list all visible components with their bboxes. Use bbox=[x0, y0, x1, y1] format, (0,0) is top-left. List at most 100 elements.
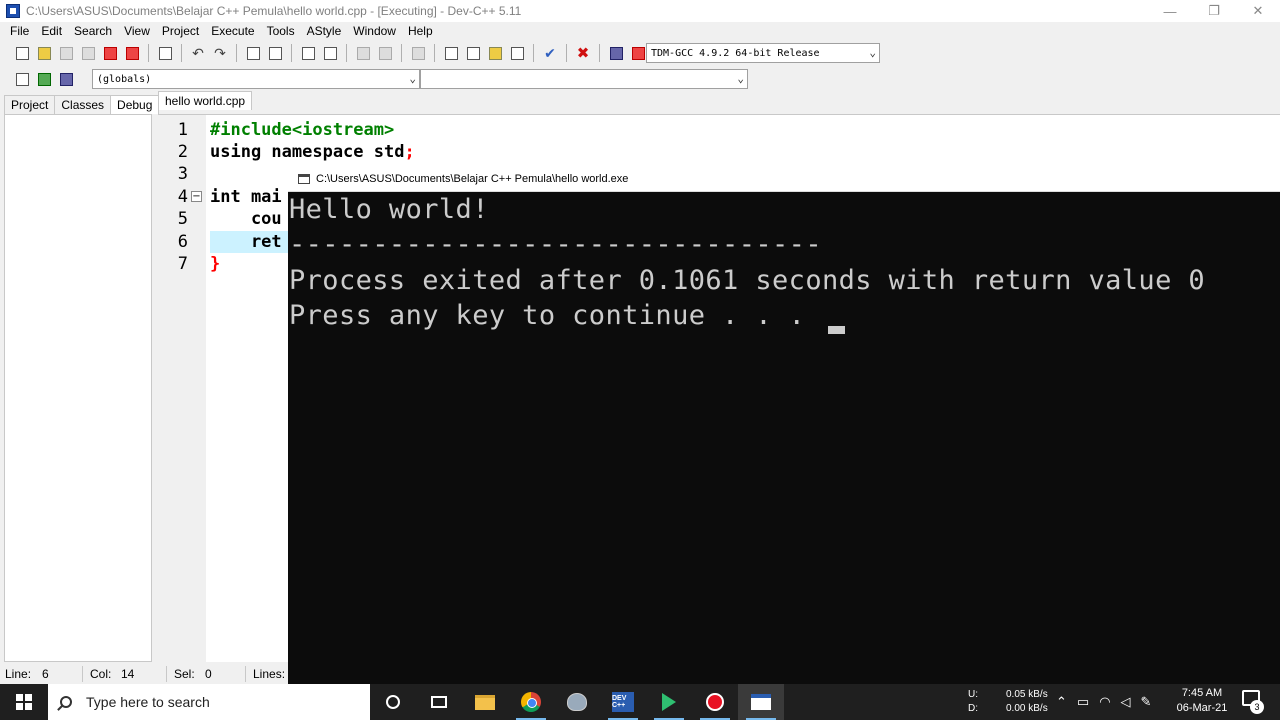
menu-astyle[interactable]: AStyle bbox=[301, 24, 348, 38]
battery-icon[interactable]: ▭ bbox=[1077, 694, 1089, 710]
compile-icon bbox=[488, 46, 502, 60]
screen-recorder-button[interactable] bbox=[692, 684, 738, 720]
cortana-button[interactable] bbox=[370, 684, 416, 720]
restore-button[interactable]: ❐ bbox=[1192, 0, 1236, 22]
desktop: C:\Users\ASUS\Documents\Belajar C++ Pemu… bbox=[0, 0, 1280, 720]
toolbar-separator bbox=[291, 44, 292, 62]
paint-button[interactable] bbox=[554, 684, 600, 720]
tab-classes[interactable]: Classes bbox=[54, 95, 112, 114]
console-taskbar-button[interactable] bbox=[738, 684, 784, 720]
line-number: 6 bbox=[177, 232, 188, 252]
check-syntax-button[interactable]: ✔ bbox=[540, 43, 560, 63]
toggle-bookmark-button[interactable] bbox=[34, 69, 54, 89]
class-toolbar bbox=[12, 68, 76, 90]
close-all-button[interactable] bbox=[122, 43, 142, 63]
indent-button[interactable] bbox=[298, 43, 318, 63]
save-button[interactable] bbox=[56, 43, 76, 63]
menu-view[interactable]: View bbox=[118, 24, 156, 38]
tab-debug[interactable]: Debug bbox=[110, 95, 160, 114]
insert-button[interactable] bbox=[12, 69, 32, 89]
chevron-up-icon[interactable]: ⌃ bbox=[1056, 694, 1067, 710]
volume-icon[interactable]: ◁ bbox=[1121, 694, 1131, 710]
stop-x-icon: ✖ bbox=[576, 45, 590, 62]
forward-arrow-icon bbox=[378, 46, 392, 60]
clock[interactable]: 7:45 AM 06-Mar-21 bbox=[1170, 686, 1234, 716]
redo-button[interactable]: ↷ bbox=[210, 43, 230, 63]
file-explorer-button[interactable] bbox=[462, 684, 508, 720]
status-sel-value: 0 bbox=[205, 667, 212, 681]
green-arrow-icon bbox=[662, 693, 676, 711]
open-file-button[interactable] bbox=[34, 43, 54, 63]
close-file-button[interactable] bbox=[100, 43, 120, 63]
find-button[interactable] bbox=[243, 43, 263, 63]
new-file-button[interactable] bbox=[12, 43, 32, 63]
tab-project[interactable]: Project bbox=[4, 95, 56, 114]
function-select[interactable]: ⌄ bbox=[420, 69, 748, 89]
close-file-icon bbox=[103, 46, 117, 60]
toolbar-separator bbox=[401, 44, 402, 62]
compiler-select-value: TDM-GCC 4.9.2 64-bit Release bbox=[651, 47, 820, 59]
close-button[interactable]: ✕ bbox=[1236, 0, 1280, 22]
devcpp-taskbar-button[interactable]: DEV C++ bbox=[600, 684, 646, 720]
status-lines-label: Lines: bbox=[253, 667, 286, 681]
tab-hello-world-cpp[interactable]: hello world.cpp bbox=[158, 91, 253, 110]
code-text: } bbox=[210, 253, 220, 275]
line-number: 2 bbox=[177, 142, 188, 162]
toolbar-separator bbox=[148, 44, 149, 62]
compiler-select[interactable]: TDM-GCC 4.9.2 64-bit Release ⌄ bbox=[646, 43, 880, 63]
print-button[interactable] bbox=[155, 43, 175, 63]
console-window[interactable]: C:\Users\ASUS\Documents\Belajar C++ Pemu… bbox=[288, 166, 1280, 684]
goto-button[interactable] bbox=[408, 43, 428, 63]
delete-profile-button[interactable] bbox=[628, 43, 648, 63]
chrome-button[interactable] bbox=[508, 684, 554, 720]
menu-help[interactable]: Help bbox=[402, 24, 439, 38]
chart-icon bbox=[609, 46, 623, 60]
back-button[interactable] bbox=[353, 43, 373, 63]
scope-select[interactable]: (globals) ⌄ bbox=[92, 69, 420, 89]
toolbar-separator bbox=[236, 44, 237, 62]
editor-app-button[interactable] bbox=[646, 684, 692, 720]
menu-tools[interactable]: Tools bbox=[261, 24, 301, 38]
download-speed: 0.00 kB/s bbox=[1006, 703, 1048, 714]
record-icon bbox=[706, 693, 724, 711]
main-toolbar: ↶ ↷ ✔ ✖ bbox=[12, 42, 648, 64]
wifi-icon[interactable]: ◠ bbox=[1099, 694, 1110, 710]
menu-window[interactable]: Window bbox=[347, 24, 402, 38]
close-all-icon bbox=[125, 46, 139, 60]
save-all-icon bbox=[81, 46, 95, 60]
chevron-down-icon: ⌄ bbox=[737, 72, 744, 85]
console-title-bar[interactable]: C:\Users\ASUS\Documents\Belajar C++ Pemu… bbox=[288, 166, 1280, 192]
unindent-button[interactable] bbox=[320, 43, 340, 63]
menu-execute[interactable]: Execute bbox=[205, 24, 260, 38]
stop-execution-button[interactable]: ✖ bbox=[573, 43, 593, 63]
fullscreen-button[interactable] bbox=[463, 43, 483, 63]
fullscreen-icon bbox=[466, 46, 480, 60]
search-icon bbox=[60, 696, 72, 708]
fold-toggle-icon[interactable]: − bbox=[191, 191, 202, 202]
code-text: cou bbox=[210, 209, 282, 229]
menu-project[interactable]: Project bbox=[156, 24, 205, 38]
undo-button[interactable]: ↶ bbox=[188, 43, 208, 63]
save-all-button[interactable] bbox=[78, 43, 98, 63]
menu-edit[interactable]: Edit bbox=[35, 24, 68, 38]
compile-button[interactable] bbox=[485, 43, 505, 63]
pen-icon[interactable]: ✎ bbox=[1141, 694, 1152, 710]
open-folder-icon bbox=[37, 46, 51, 60]
task-view-button[interactable] bbox=[416, 684, 462, 720]
goto-bookmark-button[interactable] bbox=[56, 69, 76, 89]
grid-button[interactable] bbox=[507, 43, 527, 63]
window-title: C:\Users\ASUS\Documents\Belajar C++ Pemu… bbox=[26, 4, 522, 18]
forward-button[interactable] bbox=[375, 43, 395, 63]
start-button[interactable] bbox=[0, 684, 48, 720]
redo-icon: ↷ bbox=[214, 44, 226, 61]
minimize-button[interactable]: — bbox=[1148, 0, 1192, 22]
profile-button[interactable] bbox=[606, 43, 626, 63]
menu-search[interactable]: Search bbox=[68, 24, 118, 38]
search-placeholder: Type here to search bbox=[86, 694, 210, 710]
taskbar-search[interactable]: Type here to search bbox=[48, 684, 370, 720]
debug-panel bbox=[4, 114, 152, 662]
replace-button[interactable] bbox=[265, 43, 285, 63]
new-project-button[interactable] bbox=[441, 43, 461, 63]
menu-file[interactable]: File bbox=[4, 24, 35, 38]
semicolon: ; bbox=[404, 142, 415, 162]
